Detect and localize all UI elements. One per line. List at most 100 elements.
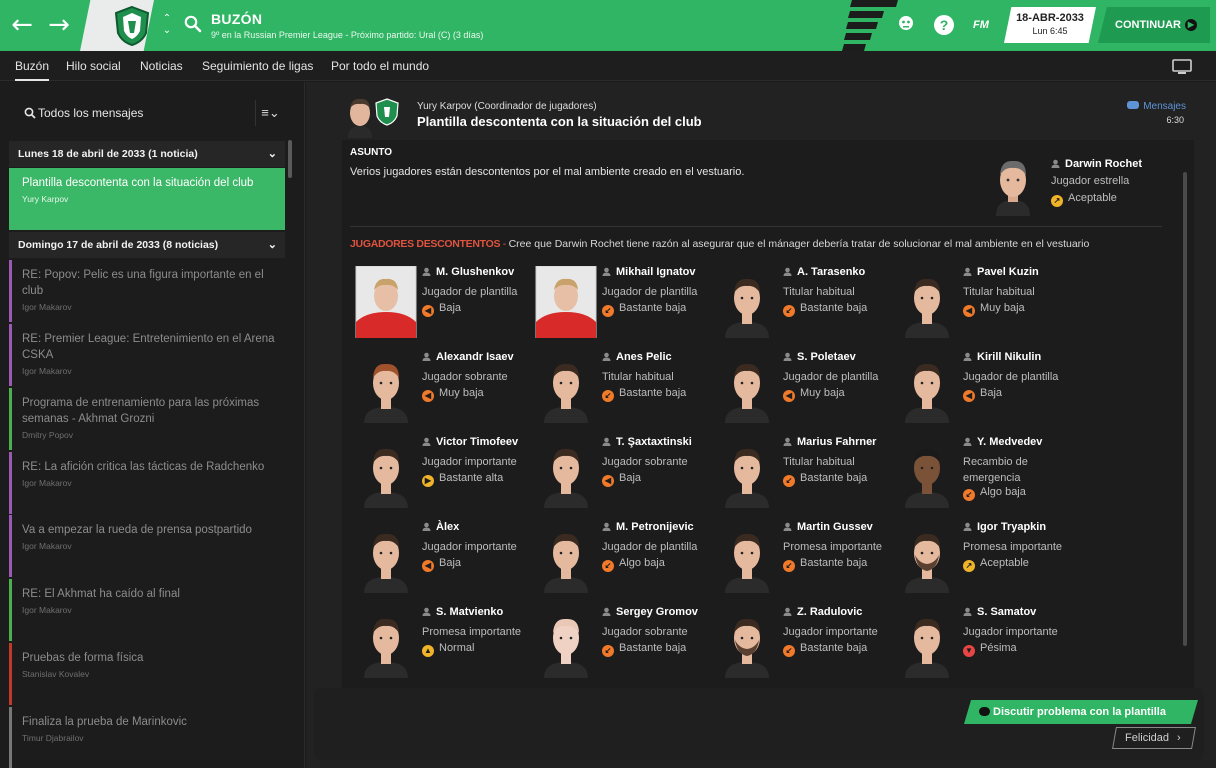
player-name[interactable]: Mikhail Ignatov <box>602 266 695 278</box>
star-player-name[interactable]: Darwin Rochet <box>1051 158 1142 170</box>
player-name[interactable]: M. Glushenkov <box>422 266 514 278</box>
player-face[interactable] <box>895 436 959 508</box>
player-name[interactable]: Sergey Gromov <box>602 606 698 618</box>
back-arrow-icon[interactable]: ← <box>5 8 39 42</box>
player-card[interactable]: Z. Radulovic Jugador importante ↙ Bastante … <box>715 604 895 684</box>
message-filter-search[interactable]: Todos los mensajes <box>10 97 250 129</box>
player-name[interactable]: S. Matvienko <box>422 606 503 618</box>
player-face[interactable] <box>715 521 779 593</box>
club-switch-icon[interactable]: ⌃ ⌄ <box>160 13 174 37</box>
player-name[interactable]: Martin Gussev <box>783 521 873 533</box>
player-card[interactable]: M. Glushenkov Jugador de plantilla ◀ Baja <box>354 264 534 344</box>
messages-link[interactable]: Mensajes <box>1120 101 1186 112</box>
player-card[interactable]: Pavel Kuzin Titular habitual ◀ Muy baja <box>895 264 1075 344</box>
continue-button[interactable]: CONTINUAR ▶ <box>1098 7 1210 43</box>
player-face[interactable] <box>895 351 959 423</box>
player-face[interactable] <box>715 606 779 678</box>
tab-por-todo-el-mundo[interactable]: Por todo el mundo <box>331 51 429 81</box>
social-icon[interactable] <box>896 14 916 36</box>
player-face[interactable] <box>715 266 779 338</box>
fm-menu-button[interactable]: FM <box>968 14 994 36</box>
player-card[interactable]: M. Petronijevic Jugador de plantilla ↙ Algo… <box>534 519 714 599</box>
player-card[interactable]: A. Tarasenko Titular habitual ↙ Bastante ba… <box>715 264 895 344</box>
message-item[interactable]: RE: La afición critica las tácticas de R… <box>9 452 285 514</box>
message-sender[interactable]: Yury Karpov (Coordinador de jugadores) <box>417 101 597 112</box>
tab-noticias[interactable]: Noticias <box>140 51 183 81</box>
date-group-header[interactable]: Domingo 17 de abril de 2033 (8 noticias)… <box>9 232 285 258</box>
player-face[interactable] <box>534 521 598 593</box>
search-icon[interactable] <box>184 15 202 33</box>
player-name[interactable]: Marius Fahrner <box>783 436 876 448</box>
player-face[interactable] <box>354 436 418 508</box>
player-card[interactable]: Marius Fahrner Titular habitual ↙ Bastante … <box>715 434 895 514</box>
player-card[interactable]: Y. Medvedev Recambio de emergencia ↙ Algo b… <box>895 434 1075 514</box>
player-face[interactable] <box>895 521 959 593</box>
player-name[interactable]: A. Tarasenko <box>783 266 865 278</box>
player-card[interactable]: Igor Tryapkin Promesa importante ↗ Aceptabl… <box>895 519 1075 599</box>
sort-menu-icon[interactable]: ≡⌄ <box>255 100 285 126</box>
player-card[interactable]: Mikhail Ignatov Jugador de plantilla ↙ Bast… <box>534 264 714 344</box>
player-name[interactable]: M. Petronijevic <box>602 521 694 533</box>
player-card[interactable]: Kirill Nikulin Jugador de plantilla ◀ Baja <box>895 349 1075 429</box>
player-name[interactable]: Àlex <box>422 521 459 533</box>
player-face[interactable] <box>895 266 959 338</box>
player-face[interactable] <box>354 606 418 678</box>
player-face[interactable] <box>534 266 598 338</box>
player-name[interactable]: Victor Timofeev <box>422 436 518 448</box>
star-player-face[interactable] <box>992 154 1034 216</box>
player-face[interactable] <box>354 521 418 593</box>
player-mood-text: Bastante baja <box>800 642 868 654</box>
forward-arrow-icon[interactable]: → <box>42 8 76 42</box>
club-crest-icon[interactable] <box>112 5 152 47</box>
message-item[interactable]: Va a empezar la rueda de prensa postpart… <box>9 515 285 577</box>
tab-hilo-social[interactable]: Hilo social <box>66 51 121 81</box>
player-card[interactable]: Victor Timofeev Jugador importante ▶ Bastan… <box>354 434 534 514</box>
help-icon[interactable]: ? <box>934 15 954 35</box>
message-item[interactable]: RE: El Akhmat ha caído al final Igor Mak… <box>9 579 285 641</box>
message-item[interactable]: RE: Premier League: Entretenimiento en e… <box>9 324 285 386</box>
player-face[interactable] <box>895 606 959 678</box>
star-player-name-text: Darwin Rochet <box>1065 158 1143 170</box>
player-face[interactable] <box>534 351 598 423</box>
player-card[interactable]: T. Şaxtaxtinski Jugador sobrante ◀ Baja <box>534 434 714 514</box>
monitor-icon[interactable] <box>1172 59 1192 75</box>
message-item[interactable]: Programa de entrenamiento para las próxi… <box>9 388 285 450</box>
player-name[interactable]: Anes Pelic <box>602 351 672 363</box>
player-face[interactable] <box>534 436 598 508</box>
player-name[interactable]: S. Poletaev <box>783 351 856 363</box>
message-item[interactable]: Pruebas de forma física Stanislav Kovale… <box>9 643 285 705</box>
message-item[interactable]: RE: Popov: Pelic es una figura important… <box>9 260 285 322</box>
discuss-button[interactable]: Discutir problema con la plantilla <box>964 700 1198 724</box>
player-name[interactable]: Kirill Nikulin <box>963 351 1041 363</box>
player-name[interactable]: Igor Tryapkin <box>963 521 1046 533</box>
player-card[interactable]: S. Poletaev Jugador de plantilla ◀ Muy baja <box>715 349 895 429</box>
player-card[interactable]: Sergey Gromov Jugador sobrante ↙ Bastante b… <box>534 604 714 684</box>
player-face[interactable] <box>715 436 779 508</box>
player-face[interactable] <box>534 606 598 678</box>
tab-seguimiento-ligas[interactable]: Seguimiento de ligas <box>202 51 313 81</box>
player-card[interactable]: Àlex Jugador importante ◀ Baja <box>354 519 534 599</box>
player-name[interactable]: Z. Radulovic <box>783 606 862 618</box>
player-card[interactable]: Anes Pelic Titular habitual ↙ Bastante baja <box>534 349 714 429</box>
content-scrollbar[interactable] <box>1183 172 1187 646</box>
player-card[interactable]: Alexandr Isaev Jugador sobrante ◀ Muy baja <box>354 349 534 429</box>
tab-buzon[interactable]: Buzón <box>15 51 50 81</box>
player-name[interactable]: Pavel Kuzin <box>963 266 1039 278</box>
player-face[interactable] <box>715 351 779 423</box>
player-name[interactable]: S. Samatov <box>963 606 1036 618</box>
player-name[interactable]: Alexandr Isaev <box>422 351 514 363</box>
player-face[interactable] <box>354 351 418 423</box>
message-item[interactable]: Plantilla descontenta con la situación d… <box>9 168 285 230</box>
player-card[interactable]: S. Samatov Jugador importante ▼ Pésima <box>895 604 1075 684</box>
current-date[interactable]: 18-ABR-2033 Lun 6:45 <box>1004 7 1096 43</box>
player-name[interactable]: Y. Medvedev <box>963 436 1042 448</box>
message-item[interactable]: Finaliza la prueba de Marinkovic Timur D… <box>9 707 285 768</box>
player-name[interactable]: T. Şaxtaxtinski <box>602 436 692 448</box>
sidebar-scrollbar[interactable] <box>288 140 292 178</box>
date-group-header[interactable]: Lunes 18 de abril de 2033 (1 noticia) ⌄ <box>9 141 285 167</box>
felicidad-button[interactable]: Felicidad › <box>1112 727 1196 749</box>
date-group-label: Lunes 18 de abril de 2033 (1 noticia) <box>18 148 198 160</box>
player-card[interactable]: S. Matvienko Promesa importante ▲ Normal <box>354 604 534 684</box>
player-card[interactable]: Martin Gussev Promesa importante ↙ Bastante… <box>715 519 895 599</box>
player-face[interactable] <box>354 266 418 338</box>
